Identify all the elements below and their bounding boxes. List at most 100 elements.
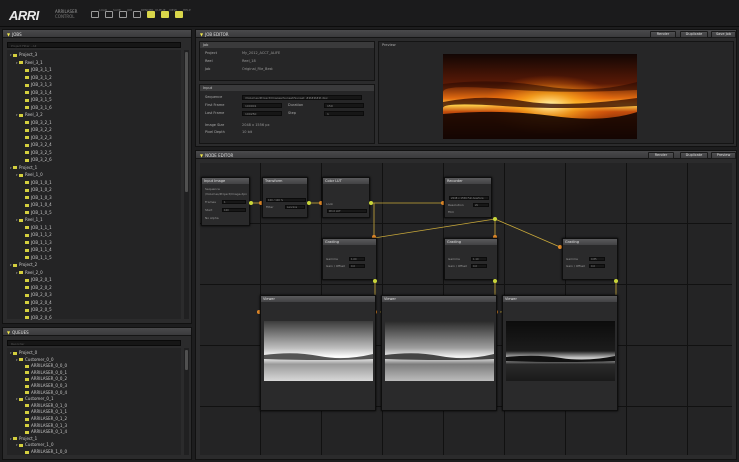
grading-node-2[interactable]: Grading Gamma 1.10 Gain / Offset 0.0: [444, 238, 498, 280]
output-port[interactable]: [249, 201, 253, 205]
save-job-button[interactable]: Save Job: [711, 31, 736, 38]
lut-field[interactable]: Print_LUT: [327, 209, 367, 213]
collapse-triangle-icon[interactable]: ▼: [200, 153, 203, 158]
tree-item[interactable]: JOB_3_1_3: [22, 82, 52, 87]
start-field[interactable]: 100: [222, 208, 246, 212]
last-frame-field[interactable]: 100250: [242, 111, 282, 116]
viewer-node-2[interactable]: Viewer: [381, 295, 497, 411]
tree-item[interactable]: JOB_3_2_3: [22, 135, 52, 140]
tree-item[interactable]: ARRILASER_0_0_4: [22, 390, 67, 395]
queues-scrollbar-thumb[interactable]: [185, 350, 188, 370]
tree-item[interactable]: ▾ Project_0: [10, 350, 37, 355]
tree-item[interactable]: JOB_2_0_2: [22, 285, 52, 290]
first-frame-field[interactable]: 100001: [242, 103, 282, 108]
tree-item[interactable]: JOB_2_0_1: [22, 277, 52, 282]
tree-item[interactable]: ▾ Reel_1_1: [16, 217, 43, 222]
viewer-node-1[interactable]: Viewer: [260, 295, 376, 411]
tree-item[interactable]: ▾ Reel_2_0: [16, 270, 43, 275]
recorder-node[interactable]: Recorder 2048 x 1556 Full Aperture Resol…: [444, 177, 492, 218]
tree-item[interactable]: ARRILASER_0_0_1: [22, 370, 67, 375]
output-port[interactable]: [493, 279, 497, 283]
jobs-scrollbar-thumb[interactable]: [185, 52, 188, 192]
tree-item[interactable]: ▾ Project_1: [10, 165, 37, 170]
sequence-path-field[interactable]: /Volumes/Project/Images/Sunset/Sunset_##…: [242, 95, 362, 100]
tree-item[interactable]: ▾ Reel_1_0: [16, 172, 43, 177]
tree-item[interactable]: JOB_2_0_6: [22, 315, 52, 320]
render-icon[interactable]: RENDER: [133, 8, 154, 18]
tree-item[interactable]: ARRILASER_1_0_0: [22, 449, 67, 454]
output-port[interactable]: [369, 201, 373, 205]
jobs-scrollbar[interactable]: [184, 50, 189, 319]
tree-item[interactable]: ARRILASER_0_0_2: [22, 376, 67, 381]
gain-field[interactable]: 0.0: [589, 264, 605, 268]
tree-item[interactable]: JOB_3_2_2: [22, 127, 52, 132]
job-duplicate-button[interactable]: Duplicate: [680, 31, 708, 38]
jobs-panel-header[interactable]: ▼ JOBS: [3, 30, 191, 38]
tree-item[interactable]: JOB_2_0_5: [22, 307, 52, 312]
tree-item[interactable]: ARRILASER_0_1_2: [22, 416, 67, 421]
tree-item[interactable]: JOB_2_0_4: [22, 300, 52, 305]
tree-item[interactable]: ARRILASER_0_0_3: [22, 383, 67, 388]
output-port[interactable]: [307, 201, 311, 205]
tree-item[interactable]: ▾ Project_2: [10, 262, 37, 267]
tree-item[interactable]: JOB_1_1_3: [22, 240, 52, 245]
help-icon[interactable]: HELP: [175, 8, 191, 18]
tree-item[interactable]: JOB_1_0_5: [22, 210, 52, 215]
tree-item[interactable]: JOB_1_1_5: [22, 255, 52, 260]
tree-item[interactable]: ARRILASER_0_1_0: [22, 403, 67, 408]
tree-item[interactable]: JOB_3_1_6: [22, 105, 52, 110]
frames-field[interactable]: 1: [222, 200, 246, 204]
transform-node[interactable]: Transform 100 / 100 % Filter Lanczos: [262, 177, 308, 218]
output-port[interactable]: [373, 279, 377, 283]
tree-item[interactable]: JOB_3_2_5: [22, 150, 52, 155]
save-icon[interactable]: SAVE: [105, 8, 121, 18]
view-icon[interactable]: VIEW: [161, 8, 177, 18]
tree-item[interactable]: ▾ Project_1: [10, 436, 37, 441]
node-duplicate-button[interactable]: Duplicate: [680, 152, 708, 159]
tree-item[interactable]: JOB_1_1_2: [22, 232, 52, 237]
tree-item[interactable]: JOB_3_2_4: [22, 142, 52, 147]
tree-item[interactable]: JOB_1_0_2: [22, 187, 52, 192]
tree-item[interactable]: JOB_3_1_5: [22, 97, 52, 102]
tree-item[interactable]: JOB_3_1_1: [22, 67, 52, 72]
tree-item[interactable]: JOB_3_2_6: [22, 157, 52, 162]
tree-item[interactable]: JOB_1_1_1: [22, 225, 52, 230]
gamma-field[interactable]: 1.00: [349, 257, 365, 261]
queues-filter-input[interactable]: Recorder: [7, 340, 181, 346]
step-field[interactable]: 1: [324, 111, 364, 116]
tree-item[interactable]: ARRILASER_0_1_4: [22, 429, 67, 434]
load-icon[interactable]: LOAD: [91, 8, 107, 18]
tree-item[interactable]: ▾ Project_3: [10, 52, 37, 57]
tree-item[interactable]: ARRILASER_0_0_0: [22, 363, 67, 368]
grading-node-1[interactable]: Grading Gamma 1.00 Gain / Offset 0.0: [322, 238, 377, 280]
collapse-triangle-icon[interactable]: ▼: [7, 32, 10, 37]
tree-item[interactable]: ▾ Reel_3_2: [16, 112, 43, 117]
scale-field[interactable]: 100 / 100 %: [266, 198, 306, 202]
input-image-node[interactable]: Input Image Sequence /Volumes/Project/Im…: [201, 177, 250, 226]
job-render-button[interactable]: Render: [650, 31, 676, 38]
tree-item[interactable]: JOB_3_1_4: [22, 90, 52, 95]
node-render-button[interactable]: Render: [648, 152, 674, 159]
viewer-node-3[interactable]: Viewer: [502, 295, 618, 411]
tree-item[interactable]: JOB_3_1_2: [22, 75, 52, 80]
resolution-field[interactable]: 2k: [473, 203, 489, 207]
tree-item[interactable]: ▾ Customer_0_1: [16, 396, 54, 401]
queues-scrollbar[interactable]: [184, 348, 189, 455]
gamma-field[interactable]: 0.85: [589, 257, 605, 261]
node-graph-canvas[interactable]: Input Image Sequence /Volumes/Project/Im…: [200, 163, 732, 455]
collapse-triangle-icon[interactable]: ▼: [200, 32, 203, 37]
tree-item[interactable]: JOB_1_0_4: [22, 202, 52, 207]
tree-item[interactable]: ARRILASER_0_1_3: [22, 423, 67, 428]
queues-panel-header[interactable]: ▼ QUEUES: [3, 328, 191, 336]
grading-node-3[interactable]: Grading Gamma 0.85 Gain / Offset 0.0: [562, 238, 618, 280]
tree-item[interactable]: JOB_1_1_4: [22, 247, 52, 252]
color-lut-node[interactable]: Color LUT Look Print_LUT: [322, 177, 370, 218]
tree-item[interactable]: JOB_1_0_1: [22, 180, 52, 185]
gain-field[interactable]: 0.0: [471, 264, 487, 268]
gamma-field[interactable]: 1.10: [471, 257, 487, 261]
tree-item[interactable]: ▾ Customer_1_0: [16, 442, 54, 447]
tree-item[interactable]: ARRILASER_0_1_1: [22, 409, 67, 414]
filter-field[interactable]: Lanczos: [285, 205, 305, 209]
duration-field[interactable]: 150: [324, 103, 364, 108]
tree-item[interactable]: ▾ Customer_0_0: [16, 357, 54, 362]
